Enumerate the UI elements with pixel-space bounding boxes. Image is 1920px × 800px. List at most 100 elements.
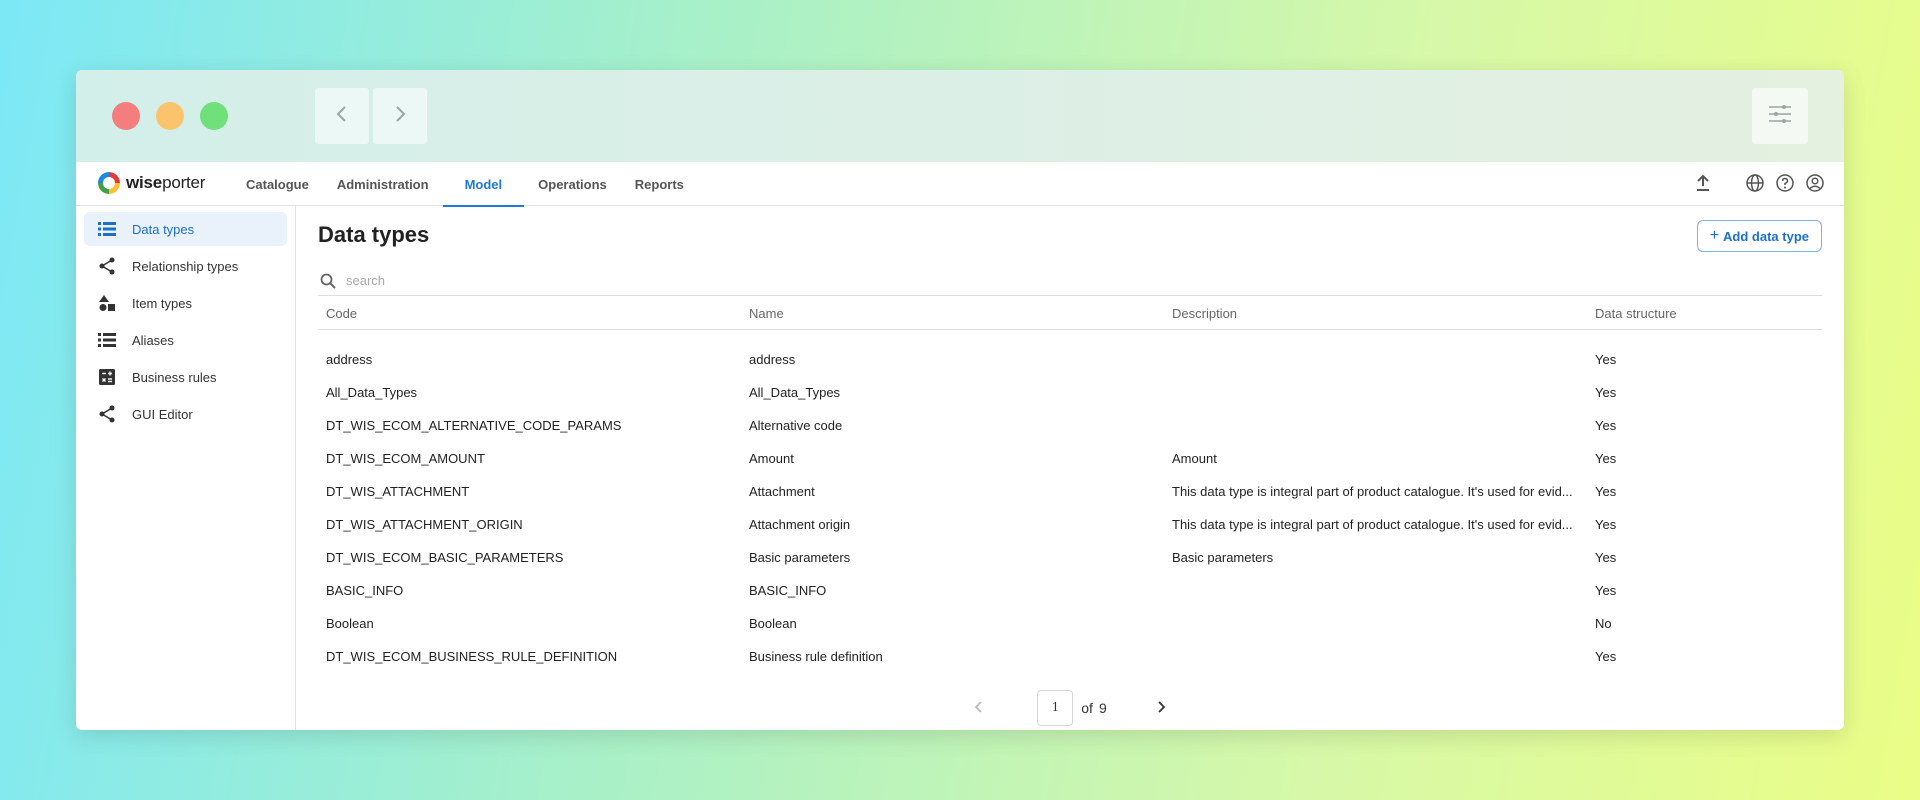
pagination-of-label: of [1081, 700, 1093, 716]
search-input[interactable] [346, 273, 746, 288]
sidebar-item-label: Data types [132, 221, 195, 237]
cell-code: BASIC_INFO [326, 583, 404, 598]
tab-catalogue[interactable]: Catalogue [232, 162, 323, 206]
chevron-left-icon [973, 700, 983, 717]
maximize-window-button[interactable] [200, 102, 228, 130]
browser-forward-button[interactable] [373, 88, 427, 144]
cell-code: DT_WIS_ATTACHMENT_ORIGIN [326, 517, 523, 532]
column-header-description[interactable]: Description [1164, 306, 1587, 321]
cell-data-structure: Yes [1595, 352, 1617, 367]
tab-reports[interactable]: Reports [621, 162, 698, 206]
help-icon[interactable] [1774, 172, 1796, 194]
search-bar [318, 266, 1822, 296]
cell-data-structure: Yes [1595, 649, 1617, 664]
table-header: Code Name Description Data structure [318, 298, 1822, 330]
cell-name: BASIC_INFO [749, 583, 827, 598]
cell-data-structure: Yes [1595, 451, 1617, 466]
sidebar-item-aliases[interactable]: Aliases [84, 323, 287, 357]
cell-name: All_Data_Types [749, 385, 841, 400]
table-row[interactable]: DT_WIS_ECOM_AMOUNT Amount Amount Yes [318, 442, 1822, 475]
window-settings-button[interactable] [1752, 88, 1808, 144]
column-header-name[interactable]: Name [741, 306, 1164, 321]
cell-code: All_Data_Types [326, 385, 418, 400]
table-row[interactable]: DT_WIS_ATTACHMENT Attachment This data t… [318, 475, 1822, 508]
add-data-type-button[interactable]: + Add data type [1696, 220, 1822, 252]
table-row[interactable]: DT_WIS_ECOM_BASIC_PARAMETERS Basic param… [318, 541, 1822, 574]
cell-name: Basic parameters [749, 550, 851, 565]
logo-mark-icon [98, 172, 120, 194]
wiseporter-logo[interactable]: wiseporter [98, 172, 205, 194]
account-icon[interactable] [1804, 172, 1826, 194]
table-row[interactable]: Boolean Boolean No [318, 607, 1822, 640]
cell-data-structure: Yes [1595, 550, 1617, 565]
tab-administration[interactable]: Administration [323, 162, 443, 206]
minimize-window-button[interactable] [156, 102, 184, 130]
cell-name: Boolean [749, 616, 797, 631]
sidebar-item-data-types[interactable]: Data types [84, 212, 287, 246]
cell-name: Amount [749, 451, 794, 466]
table-row[interactable]: DT_WIS_ECOM_ALTERNATIVE_CODE_PARAMS Alte… [318, 409, 1822, 442]
tab-operations[interactable]: Operations [524, 162, 621, 206]
table-row[interactable]: DT_WIS_ATTACHMENT_ORIGIN Attachment orig… [318, 508, 1822, 541]
column-header-code[interactable]: Code [318, 306, 741, 321]
close-window-button[interactable] [112, 102, 140, 130]
table-body: address address Yes All_Data_Types All_D… [318, 343, 1822, 673]
cell-description: This data type is integral part of produ… [1172, 484, 1573, 499]
header-actions [1684, 172, 1826, 194]
table-row[interactable]: address address Yes [318, 343, 1822, 376]
cell-code: DT_WIS_ECOM_BASIC_PARAMETERS [326, 550, 564, 565]
chevron-right-icon [1157, 700, 1167, 717]
cell-name: Alternative code [749, 418, 843, 433]
share-icon [98, 405, 116, 423]
cell-data-structure: No [1595, 616, 1612, 631]
list-icon [98, 220, 116, 238]
sidebar-item-label: Aliases [132, 332, 174, 348]
add-data-type-label: Add data type [1723, 228, 1809, 244]
calculate-icon [98, 368, 116, 386]
cell-code: DT_WIS_ECOM_BUSINESS_RULE_DEFINITION [326, 649, 618, 664]
cell-data-structure: Yes [1595, 418, 1617, 433]
sliders-icon [1767, 103, 1793, 130]
globe-icon[interactable] [1744, 172, 1766, 194]
sidebar: Data types Relationship types Item types… [76, 206, 296, 730]
column-header-data-structure[interactable]: Data structure [1587, 306, 1822, 321]
cell-name: Business rule definition [749, 649, 883, 664]
cell-code: DT_WIS_ECOM_AMOUNT [326, 451, 485, 466]
sidebar-item-gui-editor[interactable]: GUI Editor [84, 397, 287, 431]
cell-description: This data type is integral part of produ… [1172, 517, 1573, 532]
sidebar-item-label: Relationship types [132, 258, 239, 274]
sidebar-item-relationship-types[interactable]: Relationship types [84, 249, 287, 283]
pagination-total: 9 [1098, 700, 1107, 716]
main-tabs: Catalogue Administration Model Operation… [232, 162, 698, 207]
cell-data-structure: Yes [1595, 517, 1617, 532]
cell-code: DT_WIS_ATTACHMENT [326, 484, 470, 499]
table-row[interactable]: All_Data_Types All_Data_Types Yes [318, 376, 1822, 409]
search-icon [320, 272, 338, 290]
next-page-button[interactable] [1147, 693, 1177, 723]
shapes-icon [98, 294, 116, 312]
table-row[interactable]: DT_WIS_ECOM_BUSINESS_RULE_DEFINITION Bus… [318, 640, 1822, 673]
previous-page-button[interactable] [963, 693, 993, 723]
app-header: wiseporter Catalogue Administration Mode… [76, 162, 1844, 207]
cell-name: Attachment origin [749, 517, 851, 532]
cell-data-structure: Yes [1595, 385, 1617, 400]
cell-code: DT_WIS_ECOM_ALTERNATIVE_CODE_PARAMS [326, 418, 622, 433]
page-title: Data types [318, 222, 430, 247]
cell-description: Amount [1172, 451, 1217, 466]
tab-model[interactable]: Model [442, 162, 525, 207]
window-titlebar [76, 70, 1844, 162]
table-row[interactable]: BASIC_INFO BASIC_INFO Yes [318, 574, 1822, 607]
main-content: Data types + Add data type Code Name Des… [318, 206, 1822, 730]
share-icon [98, 257, 116, 275]
app-window: wiseporter Catalogue Administration Mode… [76, 70, 1844, 730]
cell-code: address [326, 352, 373, 367]
browser-back-button[interactable] [315, 88, 369, 144]
sidebar-item-item-types[interactable]: Item types [84, 286, 287, 320]
current-page-input[interactable]: 1 [1037, 690, 1074, 726]
plus-icon: + [1709, 227, 1720, 244]
upload-icon[interactable] [1692, 172, 1714, 194]
sidebar-item-label: Business rules [132, 369, 217, 385]
cell-name: address [749, 352, 796, 367]
list-icon [98, 331, 116, 349]
sidebar-item-business-rules[interactable]: Business rules [84, 360, 287, 394]
